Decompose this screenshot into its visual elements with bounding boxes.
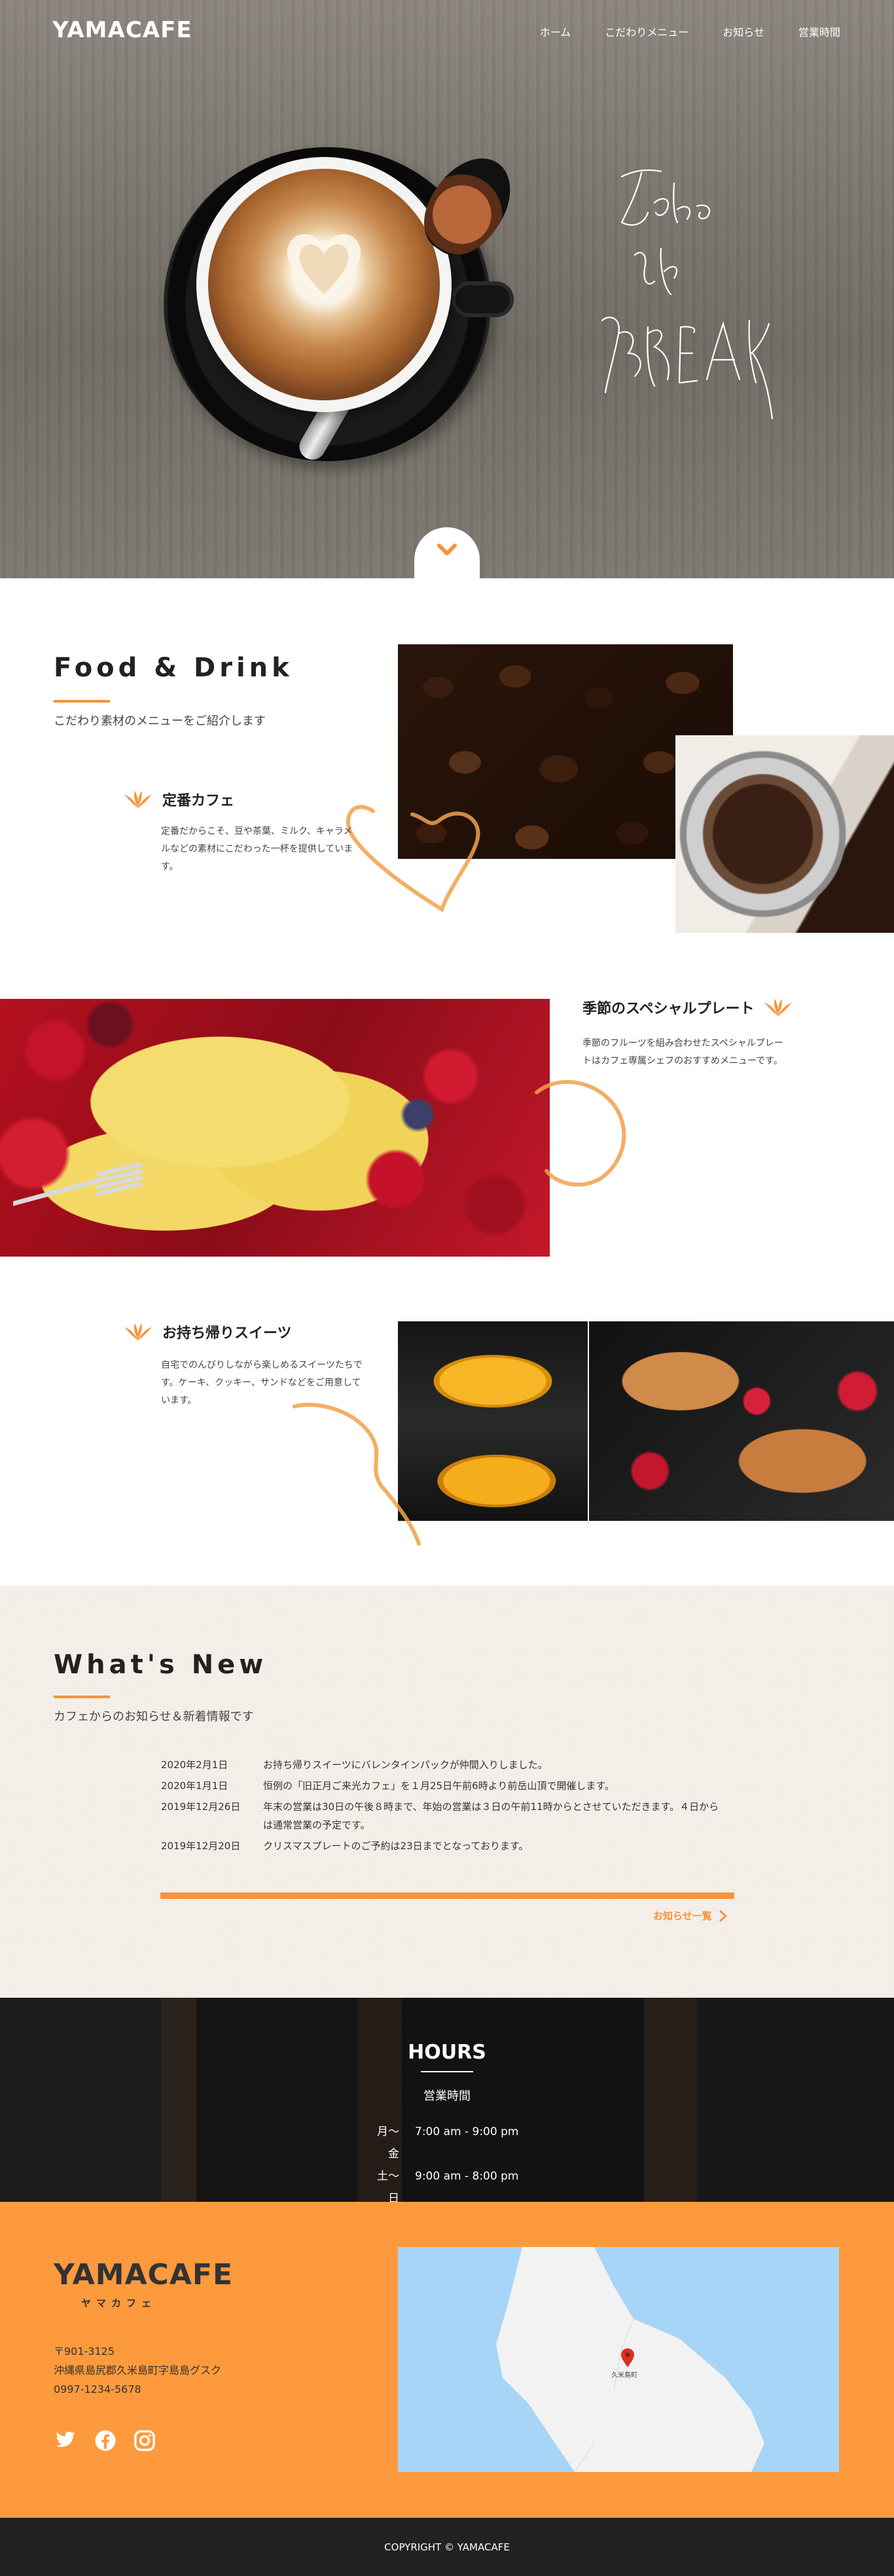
facebook-icon[interactable] — [94, 2429, 116, 2452]
news-item[interactable]: 2019年12月26日 年末の営業は30日の午後８時まで、年始の営業は３日の午前1… — [161, 1798, 725, 1834]
scroll-down-tab[interactable] — [414, 527, 480, 578]
footer-logo[interactable]: YAMACAFE — [54, 2258, 233, 2291]
leaf-icon — [124, 791, 152, 808]
news-item[interactable]: 2019年12月20日 クリスマスプレートのご予約は23日までとなっております。 — [161, 1837, 725, 1855]
chevron-down-icon — [437, 544, 457, 555]
espresso-portafilter-image — [675, 735, 894, 933]
footer-logo-sub: ヤマカフェ — [81, 2297, 157, 2309]
item-title-classic: 定番カフェ — [162, 793, 235, 809]
news-date: 2020年1月1日 — [161, 1780, 228, 1792]
title-underline — [54, 700, 110, 703]
title-underline — [54, 1696, 110, 1698]
news-item[interactable]: 2020年1月1日 恒例の「旧正月ご来光カフェ」を１月25日午前6時より前岳山頂で… — [161, 1777, 725, 1795]
instagram-icon[interactable] — [134, 2429, 156, 2452]
food-section-title: Food & Drink — [54, 653, 293, 683]
item-title-seasonal: 季節のスペシャルプレート — [582, 1001, 755, 1017]
hours-day: 月〜金 — [377, 2125, 399, 2161]
location-map[interactable]: 久米島町 — [398, 2247, 839, 2472]
news-text: クリスマスプレートのご予約は23日までとなっております。 — [263, 1840, 529, 1852]
food-section-subtitle: こだわり素材のメニューをご紹介します — [54, 714, 266, 728]
leaf-icon — [764, 999, 793, 1016]
news-text: 年末の営業は30日の午後８時まで、年始の営業は３日の午前11時からとさせていただ… — [263, 1801, 719, 1831]
address-line: 沖縄県島尻郡久米島町字島島グスク — [54, 2364, 222, 2376]
news-date: 2020年2月1日 — [161, 1759, 228, 1771]
map-pin-icon — [621, 2348, 634, 2367]
fork-image — [13, 1162, 143, 1206]
hours-time: 7:00 am - 9:00 pm — [415, 2125, 519, 2138]
hours-list: 月〜金 7:00 am - 9:00 pm 土〜日 9:00 am - 8:00 p… — [373, 2121, 518, 2210]
news-divider-bar — [160, 1892, 734, 1899]
hero-section: YAMACAFE ホーム こだわりメニュー お知らせ 営業時間 — [0, 0, 894, 578]
nav-home[interactable]: ホーム — [540, 24, 571, 39]
item-header-seasonal: 季節のスペシャルプレート — [582, 997, 793, 1018]
main-nav: ホーム こだわりメニュー お知らせ 営業時間 — [540, 24, 840, 39]
latte-art-heart — [287, 234, 361, 302]
item-text-classic: 定番だからこそ、豆や茶葉、ミルク、キャラメルなどの素材にこだわった一杯を提供して… — [161, 826, 353, 872]
news-section-subtitle: カフェからのお知らせ＆新着情報です — [54, 1710, 254, 1724]
news-list: 2020年2月1日 お持ち帰りスイーツにバレンタインパックが仲間入りしました。 2… — [161, 1756, 725, 1858]
news-item[interactable]: 2020年2月1日 お持ち帰りスイーツにバレンタインパックが仲間入りしました。 — [161, 1756, 725, 1774]
hours-divider — [421, 2071, 473, 2072]
news-date: 2019年12月26日 — [161, 1801, 241, 1813]
map-label: 久米島町 — [611, 2372, 637, 2379]
phone-number[interactable]: 0997-1234-5678 — [54, 2380, 221, 2399]
news-date: 2019年12月20日 — [161, 1840, 241, 1852]
cup-handle-image — [452, 281, 514, 317]
heart-stain-decoration — [293, 1402, 421, 1546]
item-text-seasonal: 季節のフルーツを組み合わせたスペシャルプレートはカフェ専属シェフのおすすめメニュ… — [582, 1038, 783, 1066]
postal-code: 〒901-3125 — [54, 2345, 115, 2358]
site-logo[interactable]: YAMACAFE — [52, 17, 192, 43]
news-more-label: お知らせ一覧 — [653, 1910, 712, 1922]
news-section-title: What's New — [54, 1650, 268, 1680]
take-a-break-handwriting — [601, 169, 774, 420]
nav-hours[interactable]: 営業時間 — [798, 24, 840, 39]
chevron-right-icon — [719, 1910, 727, 1921]
news-text: お持ち帰りスイーツにバレンタインパックが仲間入りしました。 — [263, 1759, 548, 1771]
item-header-sweets: お持ち帰りスイーツ — [123, 1321, 292, 1342]
social-links — [54, 2429, 156, 2452]
item-header-classic: 定番カフェ — [123, 789, 234, 810]
strawberry-croissant-image — [589, 1321, 894, 1521]
hours-subtitle: 営業時間 — [423, 2089, 471, 2103]
map-island — [496, 2247, 764, 2472]
news-text: 恒例の「旧正月ご来光カフェ」を１月25日午前6時より前岳山頂で開催します。 — [263, 1780, 615, 1792]
heart-stain-decoration — [535, 1080, 626, 1187]
item-title-sweets: お持ち帰りスイーツ — [162, 1325, 292, 1342]
news-more-link[interactable]: お知らせ一覧 — [653, 1909, 728, 1923]
hours-row: 月〜金 7:00 am - 9:00 pm — [373, 2121, 518, 2165]
hours-title: HOURS — [408, 2041, 486, 2064]
nav-menu[interactable]: こだわりメニュー — [605, 24, 688, 39]
nav-news[interactable]: お知らせ — [723, 24, 764, 39]
leaf-icon — [124, 1323, 152, 1340]
twitter-icon[interactable] — [54, 2429, 77, 2450]
copyright-bar: COPYRIGHT © YAMACAFE — [0, 2518, 894, 2576]
footer-address: 〒901-3125 沖縄県島尻郡久米島町字島島グスク 0997-1234-567… — [54, 2342, 221, 2399]
